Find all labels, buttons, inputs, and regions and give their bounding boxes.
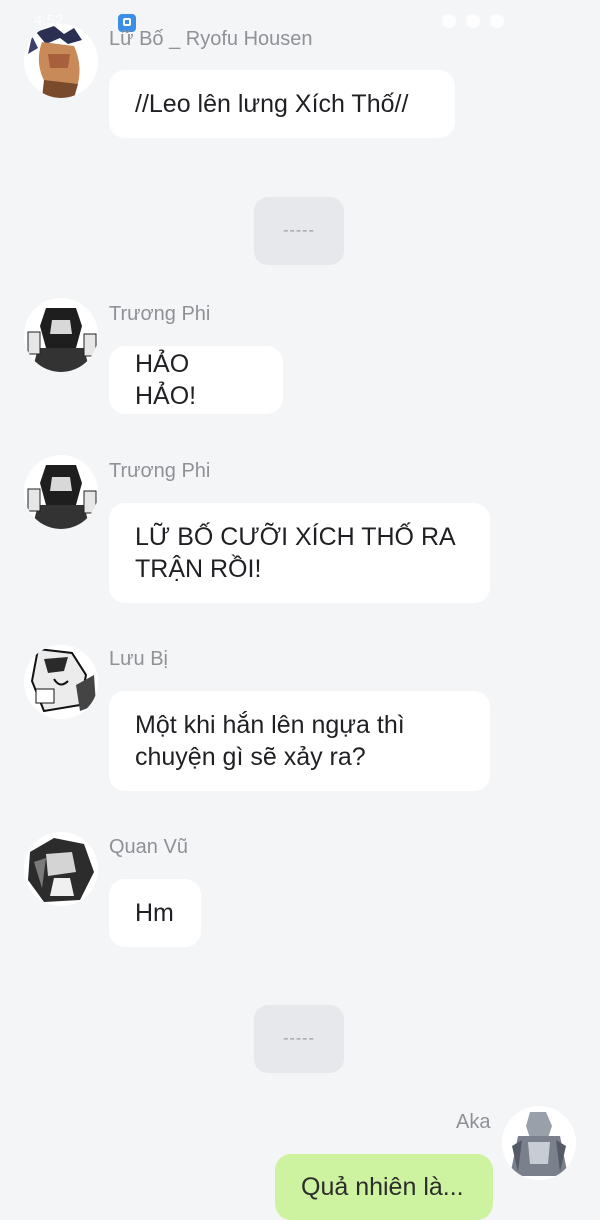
sender-name: Trương Phi [109, 460, 211, 482]
message-bubble-self[interactable]: Quả nhiên là... [275, 1154, 493, 1220]
message-text: Hm [135, 899, 174, 927]
sender-name: Lưu Bị [109, 648, 168, 670]
message-line: chuyện gì sẽ xảy ra? [135, 743, 366, 771]
signal-icon [490, 14, 504, 28]
sender-name: Quan Vũ [109, 836, 188, 858]
avatar-luu-bi[interactable] [24, 645, 98, 719]
message-bubble[interactable]: //Leo lên lưng Xích Thố// [109, 70, 455, 138]
message-line: Một khi hắn lên ngựa thì [135, 711, 405, 739]
message-text: HẢO HẢO! [135, 350, 197, 410]
avatar-truong-phi[interactable] [24, 298, 98, 372]
separator-bubble[interactable]: ----- [254, 197, 344, 265]
message-line: LỮ BỐ CƯỠI XÍCH THỐ RA [135, 523, 456, 551]
avatar-lu-bo[interactable] [24, 24, 98, 98]
message-text: Một khi hắn lên ngựa thì chuyện gì sẽ xả… [135, 709, 405, 773]
sender-name: Aka [456, 1111, 491, 1133]
message-text: //Leo lên lưng Xích Thố// [135, 90, 409, 118]
avatar-quan-vu[interactable] [24, 832, 98, 906]
avatar-truong-phi[interactable] [24, 455, 98, 529]
message-bubble[interactable]: Hm [109, 879, 201, 947]
message-text: LỮ BỐ CƯỠI XÍCH THỐ RA TRẬN RỒI! [135, 521, 456, 585]
message-bubble[interactable]: Một khi hắn lên ngựa thì chuyện gì sẽ xả… [109, 691, 490, 791]
alarm-icon [442, 14, 456, 28]
message-bubble[interactable]: HẢO HẢO! [109, 346, 283, 414]
separator-bubble[interactable]: ----- [254, 1005, 344, 1073]
status-icons [442, 14, 504, 28]
mute-icon [466, 14, 480, 28]
sender-name: Lữ Bố _ Ryofu Housen [109, 28, 313, 50]
message-bubble[interactable]: LỮ BỐ CƯỠI XÍCH THỐ RA TRẬN RỒI! [109, 503, 490, 603]
message-text: Quả nhiên là... [301, 1173, 464, 1201]
sender-name: Trương Phi [109, 303, 211, 325]
message-line: TRẬN RỒI! [135, 555, 262, 583]
avatar-aka[interactable] [502, 1106, 576, 1180]
